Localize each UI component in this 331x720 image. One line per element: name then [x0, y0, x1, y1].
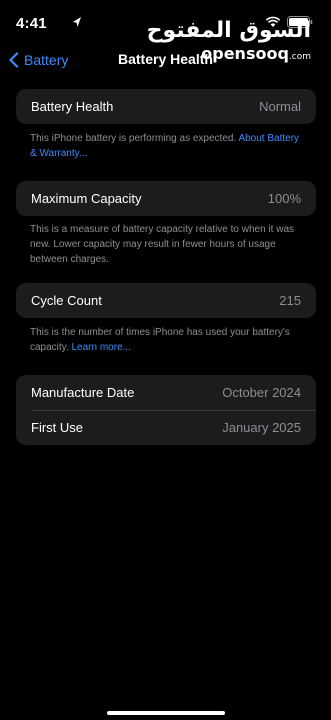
- location-arrow-icon: [73, 17, 81, 27]
- maximum-capacity-label: Maximum Capacity: [31, 191, 142, 206]
- cycle-count-footnote: This is the number of times iPhone has u…: [30, 325, 306, 355]
- battery-health-card[interactable]: Battery Health Normal: [16, 89, 316, 124]
- manufacture-date-label: Manufacture Date: [31, 385, 135, 400]
- maximum-capacity-footnote: This is a measure of battery capacity re…: [30, 224, 295, 265]
- status-time: 4:41: [16, 15, 47, 32]
- dates-card: Manufacture Date October 2024 First Use …: [16, 375, 316, 445]
- home-indicator[interactable]: [107, 711, 225, 715]
- back-button[interactable]: Battery: [8, 49, 68, 71]
- chevron-left-icon: [9, 52, 19, 68]
- manufacture-date-value: October 2024: [222, 385, 301, 400]
- watermark-suffix: .com: [288, 52, 311, 62]
- watermark-latin-name: opensooq: [201, 44, 289, 63]
- cycle-count-value: 215: [279, 293, 301, 308]
- battery-health-label: Battery Health: [31, 99, 114, 114]
- battery-health-row[interactable]: Battery Health Normal: [16, 89, 316, 124]
- first-use-label: First Use: [31, 420, 83, 435]
- first-use-row: First Use January 2025: [16, 410, 316, 445]
- back-button-label: Battery: [24, 52, 69, 68]
- battery-health-footnote: This iPhone battery is performing as exp…: [30, 131, 306, 161]
- battery-health-footnote-text: This iPhone battery is performing as exp…: [30, 133, 239, 144]
- watermark-arabic: السوق المفتوح: [146, 18, 311, 43]
- manufacture-date-row: Manufacture Date October 2024: [16, 375, 316, 410]
- maximum-capacity-value: 100%: [267, 191, 301, 206]
- cycle-count-label: Cycle Count: [31, 293, 102, 308]
- learn-more-link[interactable]: Learn more...: [72, 342, 131, 353]
- page-title: Battery Health: [118, 51, 213, 67]
- first-use-value: January 2025: [222, 420, 301, 435]
- cycle-count-footnote-text: This is the number of times iPhone has u…: [30, 327, 290, 353]
- battery-health-value: Normal: [259, 99, 301, 114]
- cycle-count-row: Cycle Count 215: [16, 283, 316, 318]
- maximum-capacity-card: Maximum Capacity 100%: [16, 181, 316, 216]
- cycle-count-card: Cycle Count 215: [16, 283, 316, 318]
- maximum-capacity-row: Maximum Capacity 100%: [16, 181, 316, 216]
